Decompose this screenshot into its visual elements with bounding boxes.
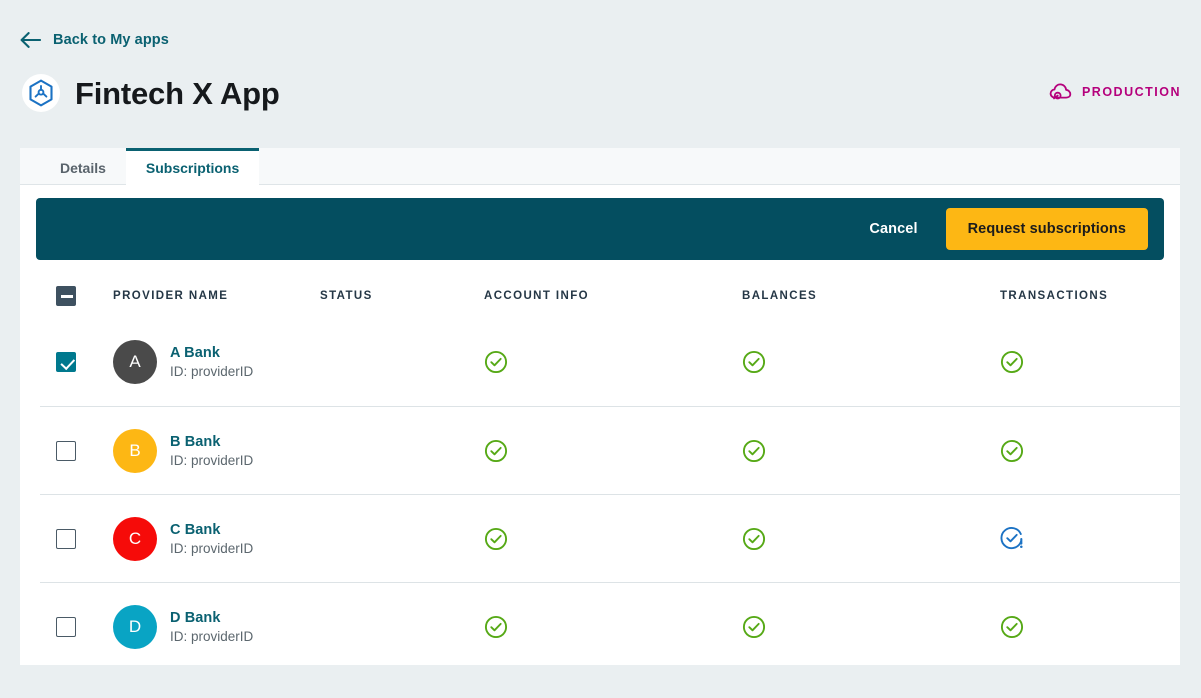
- check-circle-green-icon: [742, 439, 766, 462]
- row-select-checkbox[interactable]: [56, 528, 76, 549]
- select-all-checkbox[interactable]: [56, 286, 76, 306]
- avatar: B: [113, 428, 157, 473]
- provider-id-label: ID: providerID: [170, 364, 254, 379]
- hexagon-app-icon: [29, 79, 53, 107]
- tab-bar: Details Subscriptions: [20, 148, 1180, 185]
- transactions-cell: [1000, 350, 1180, 374]
- app-icon-container: [22, 74, 60, 112]
- avatar-letter: D: [128, 616, 142, 636]
- app-header: Fintech X App: [22, 74, 280, 112]
- back-link-label: Back to My apps: [53, 32, 169, 48]
- row-select-cell: [40, 528, 92, 549]
- action-bar: Cancel Request subscriptions: [36, 198, 1164, 260]
- cloud-upload-icon: [1049, 83, 1072, 100]
- account-info-cell: [484, 527, 742, 551]
- provider-text: B Bank ID: providerID: [170, 434, 253, 468]
- check-circle-green-icon: [742, 615, 766, 638]
- provider-text: C Bank ID: providerID: [170, 522, 253, 556]
- check-circle-green-icon: [1000, 615, 1024, 638]
- row-select-checkbox[interactable]: [56, 616, 76, 637]
- account-info-cell: [484, 439, 742, 463]
- avatar-letter: B: [129, 440, 141, 460]
- avatar: D: [113, 604, 157, 649]
- check-circle-green-icon: [484, 527, 508, 550]
- column-header-provider-name: PROVIDER NAME: [113, 290, 229, 302]
- environment-badge: PRODUCTION: [1049, 82, 1181, 102]
- back-to-my-apps-link[interactable]: Back to My apps: [20, 32, 169, 48]
- select-all-cell: [20, 286, 92, 306]
- avatar: C: [113, 516, 157, 561]
- provider-cell: A A Bank ID: providerID: [92, 340, 320, 384]
- column-header-status: STATUS: [320, 290, 373, 302]
- transactions-cell: [1000, 526, 1180, 552]
- balances-cell: [742, 527, 1000, 551]
- provider-name-link[interactable]: B Bank: [170, 434, 253, 450]
- page-title: Fintech X App: [75, 75, 280, 111]
- row-select-cell: [40, 616, 92, 637]
- provider-id-label: ID: providerID: [170, 540, 254, 556]
- check-circle-green-icon: [742, 527, 766, 550]
- check-circle-green-icon: [1000, 439, 1024, 462]
- provider-name-link[interactable]: D Bank: [170, 610, 253, 626]
- table-body: A A Bank ID: providerID B B Bank ID: provider…: [20, 318, 1180, 670]
- check-circle-green-icon: [484, 615, 508, 638]
- table-row: B B Bank ID: providerID: [40, 406, 1180, 494]
- table-row: A A Bank ID: providerID: [40, 318, 1180, 406]
- balances-cell: [742, 439, 1000, 463]
- provider-text: D Bank ID: providerID: [170, 610, 253, 644]
- avatar: A: [113, 340, 157, 384]
- check-circle-green-icon: [742, 350, 766, 374]
- arrow-left-icon: [20, 32, 41, 48]
- environment-label: PRODUCTION: [1081, 85, 1181, 99]
- column-header-balances: BALANCES: [742, 290, 818, 302]
- subscriptions-table: PROVIDER NAME STATUS ACCOUNT INFO BALANC…: [20, 274, 1180, 670]
- account-info-cell: [484, 615, 742, 639]
- transactions-cell: [1000, 615, 1180, 639]
- tab-details[interactable]: Details: [40, 148, 126, 184]
- column-header-transactions: TRANSACTIONS: [1000, 290, 1109, 302]
- check-circle-green-icon: [1000, 350, 1024, 374]
- provider-text: A Bank ID: providerID: [170, 345, 253, 379]
- transactions-cell: [1000, 439, 1180, 463]
- request-subscriptions-button[interactable]: Request subscriptions: [945, 208, 1148, 250]
- row-select-checkbox[interactable]: [56, 352, 76, 372]
- row-select-cell: [40, 352, 92, 372]
- provider-name-link[interactable]: A Bank: [170, 345, 253, 361]
- cancel-button[interactable]: Cancel: [851, 211, 935, 247]
- account-info-cell: [484, 350, 742, 374]
- avatar-letter: C: [128, 528, 142, 548]
- table-header-row: PROVIDER NAME STATUS ACCOUNT INFO BALANC…: [20, 274, 1180, 318]
- balances-cell: [742, 615, 1000, 639]
- balances-cell: [742, 350, 1000, 374]
- provider-cell: C C Bank ID: providerID: [92, 516, 320, 561]
- check-circle-blue-alert-icon: [1000, 526, 1023, 549]
- provider-cell: B B Bank ID: providerID: [92, 428, 320, 473]
- avatar-letter: A: [129, 352, 141, 371]
- column-header-account-info: ACCOUNT INFO: [484, 290, 589, 302]
- check-circle-green-icon: [484, 350, 508, 374]
- row-select-cell: [40, 440, 92, 461]
- table-row: C C Bank ID: providerID: [40, 494, 1180, 582]
- table-row: D D Bank ID: providerID: [40, 582, 1180, 670]
- content-card: Details Subscriptions Cancel Request sub…: [20, 148, 1180, 665]
- tab-subscriptions[interactable]: Subscriptions: [125, 148, 260, 185]
- page-root: Back to My apps Fintech X App PRODUCTION…: [0, 0, 1201, 698]
- provider-id-label: ID: providerID: [170, 628, 254, 644]
- provider-id-label: ID: providerID: [170, 452, 254, 468]
- provider-cell: D D Bank ID: providerID: [92, 604, 320, 649]
- row-select-checkbox[interactable]: [56, 440, 76, 461]
- provider-name-link[interactable]: C Bank: [170, 522, 253, 538]
- check-circle-green-icon: [484, 439, 508, 462]
